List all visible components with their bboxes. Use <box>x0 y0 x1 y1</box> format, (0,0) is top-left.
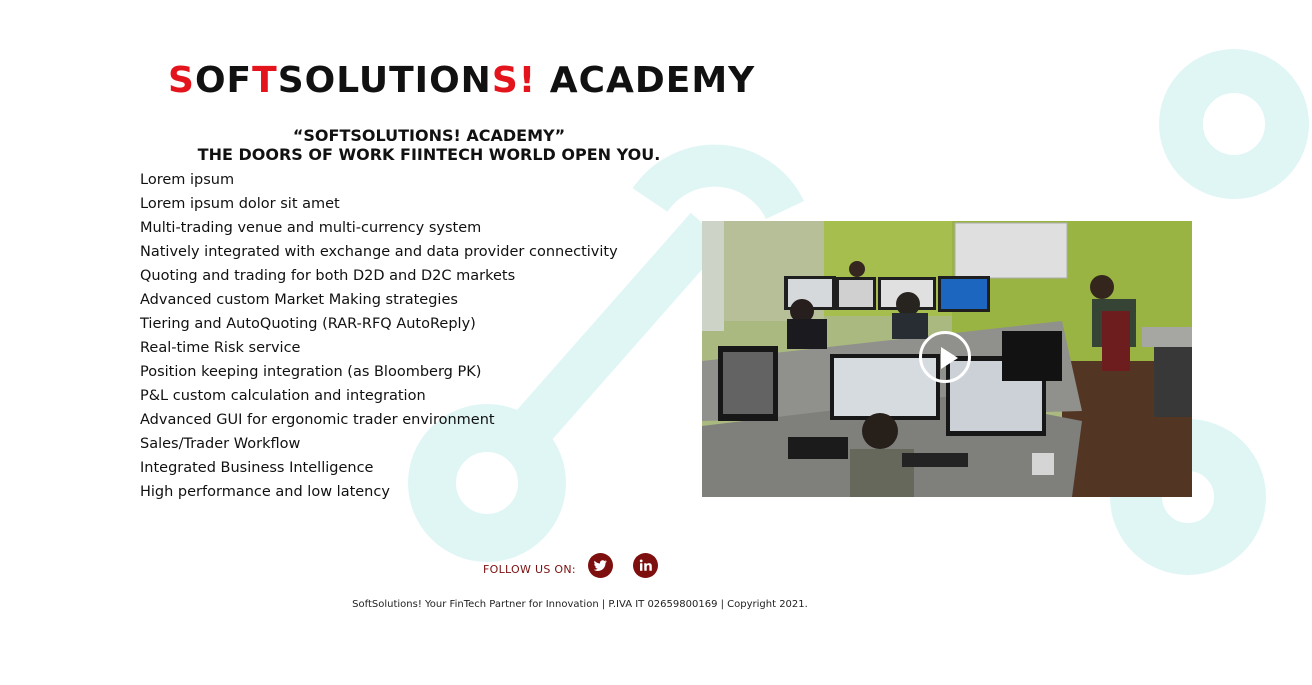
tagline-line-1: “SOFTSOLUTIONS! ACADEMY” <box>292 126 566 145</box>
linkedin-icon[interactable] <box>633 553 658 578</box>
feature-item: Lorem ipsum dolor sit amet <box>140 196 340 212</box>
deco-ring-top-right <box>1159 49 1309 199</box>
twitter-icon[interactable] <box>588 553 613 578</box>
video-player[interactable] <box>702 221 1192 497</box>
feature-item: Advanced GUI for ergonomic trader enviro… <box>140 412 495 428</box>
logo-text-academy: ACADEMY <box>536 60 756 101</box>
feature-item: Multi-trading venue and multi-currency s… <box>140 220 482 236</box>
feature-item: Quoting and trading for both D2D and D2C… <box>140 268 516 284</box>
footer-text: SoftSolutions! Your FinTech Partner for … <box>352 599 808 610</box>
feature-item: Integrated Business Intelligence <box>140 460 374 476</box>
feature-item: High performance and low latency <box>140 484 390 500</box>
academy-logo: SOFTSOLUTIONS! ACADEMY <box>168 60 755 101</box>
logo-letter-s: S <box>168 60 195 101</box>
feature-item: P&L custom calculation and integration <box>140 388 426 404</box>
logo-text-solution: SOLUTION <box>277 60 492 101</box>
feature-item: Advanced custom Market Making strategies <box>140 292 458 308</box>
deco-arc-top <box>632 144 804 220</box>
logo-letter-t: T <box>252 60 278 101</box>
feature-item: Position keeping integration (as Bloombe… <box>140 364 482 380</box>
feature-list: Lorem ipsum Lorem ipsum dolor sit amet M… <box>140 168 618 504</box>
logo-text-s-exclaim: S! <box>491 60 537 101</box>
feature-item: Natively integrated with exchange and da… <box>140 244 618 260</box>
follow-us-label: FOLLOW US ON: <box>483 563 576 576</box>
feature-item: Sales/Trader Workflow <box>140 436 301 452</box>
logo-text-of: OF <box>194 60 253 101</box>
feature-item: Real-time Risk service <box>140 340 301 356</box>
play-icon[interactable] <box>919 331 971 383</box>
feature-item: Tiering and AutoQuoting (RAR-RFQ AutoRep… <box>140 316 476 332</box>
page: SOFTSOLUTIONS! ACADEMY “SOFTSOLUTIONS! A… <box>0 0 1312 685</box>
tagline-line-2: THE DOORS OF WORK FIINTECH WORLD OPEN YO… <box>197 145 661 164</box>
feature-item: Lorem ipsum <box>140 172 235 188</box>
